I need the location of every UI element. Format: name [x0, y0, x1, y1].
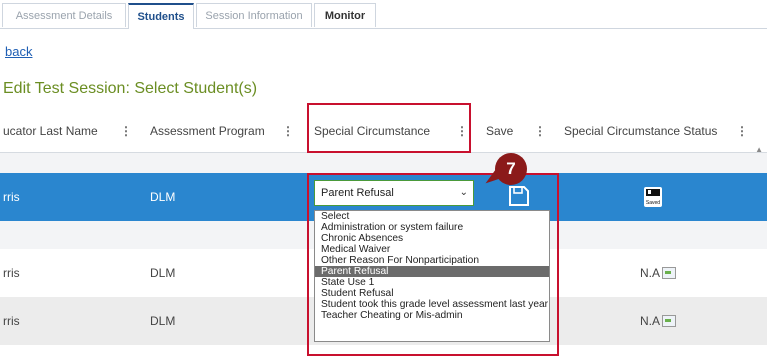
tab-bar: Assessment Details Students Session Info… — [0, 0, 767, 29]
column-header-assessment-program[interactable]: Assessment Program ⋮ — [150, 110, 300, 152]
highlight-box-dropdown — [307, 173, 559, 356]
group-spacer — [0, 153, 767, 173]
cell-last-name: rris — [3, 266, 20, 280]
step-callout-badge: 7 — [495, 153, 527, 185]
status-cell: N.A — [640, 249, 677, 297]
column-header-educator-last-name[interactable]: ucator Last Name ⋮ — [3, 110, 138, 152]
column-header-label: Special Circumstance Status — [564, 124, 718, 138]
tab-students[interactable]: Students — [128, 3, 194, 29]
cell-last-name: rris — [3, 190, 20, 204]
broken-image-icon — [662, 267, 677, 279]
saved-icon: Saved — [644, 187, 662, 207]
column-menu-icon[interactable]: ⋮ — [282, 110, 294, 152]
broken-image-icon — [662, 315, 677, 327]
tab-monitor[interactable]: Monitor — [314, 3, 376, 27]
page-title: Edit Test Session: Select Student(s) — [3, 80, 258, 97]
column-menu-icon[interactable]: ⋮ — [534, 110, 546, 152]
column-header-special-circumstance-status[interactable]: Special Circumstance Status ⋮ — [564, 110, 754, 152]
tab-assessment-details[interactable]: Assessment Details — [2, 3, 126, 27]
status-saved: Saved — [628, 173, 678, 221]
status-text: N.A — [640, 266, 661, 280]
highlight-box-column-header — [307, 103, 471, 153]
cell-program: DLM — [150, 314, 176, 328]
tab-session-information[interactable]: Session Information — [196, 3, 312, 27]
cell-program: DLM — [150, 266, 176, 280]
column-header-label: Assessment Program — [150, 124, 265, 138]
column-menu-icon[interactable]: ⋮ — [736, 110, 748, 152]
status-text: N.A — [640, 314, 661, 328]
column-header-save[interactable]: Save ⋮ — [486, 110, 552, 152]
column-header-label: Save — [486, 124, 514, 138]
status-cell: N.A — [640, 297, 677, 345]
cell-program: DLM — [150, 190, 176, 204]
column-menu-icon[interactable]: ⋮ — [120, 110, 132, 152]
cell-last-name: rris — [3, 314, 20, 328]
svg-text:Saved: Saved — [646, 200, 660, 206]
column-header-label: ucator Last Name — [3, 124, 98, 138]
back-link[interactable]: back — [5, 44, 32, 59]
